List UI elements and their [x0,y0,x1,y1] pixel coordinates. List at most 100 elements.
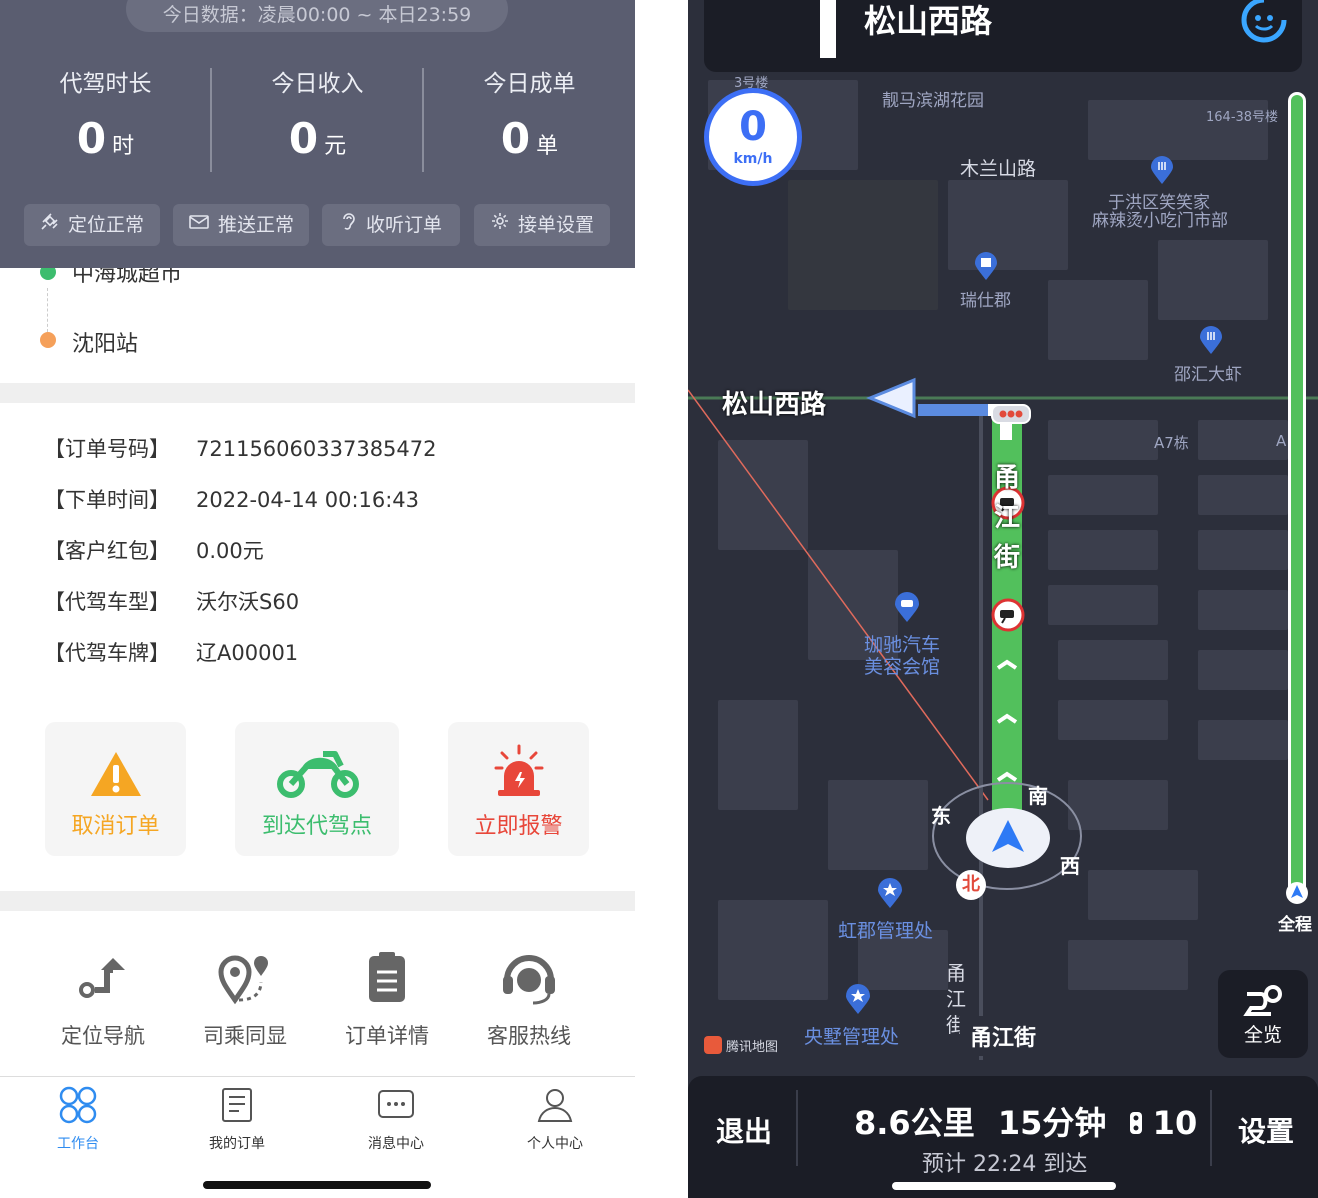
traffic-light-icon [991,404,1031,424]
chip-push-status[interactable]: 推送正常 [173,204,309,246]
action-label: 到达代驾点 [261,814,372,839]
message-icon [336,1085,456,1129]
headset-icon [469,950,589,1010]
info-value: 0.00元 [196,539,264,563]
route-pin-icon [185,950,305,1010]
section-divider [0,891,635,911]
tool-label: 司乘同显 [203,1024,287,1048]
navigation-turn-icon [43,950,163,1010]
exit-button[interactable]: 退出 [716,1110,772,1150]
info-key: 【代驾车牌】 [44,641,170,665]
alarm-button[interactable]: 立即报警 [448,722,589,856]
overview-button[interactable]: 全览 [1218,970,1308,1058]
poi-label: 邵汇大虾 [1174,365,1242,385]
tool-shared-view[interactable]: 司乘同显 [185,950,305,1050]
map-logo-icon [704,1036,722,1054]
info-value: 721156060337385472 [196,437,437,461]
poi-label: 虹郡管理处 [838,920,934,942]
stat-unit: 元 [324,134,347,159]
tab-profile[interactable]: 个人中心 [495,1085,615,1153]
chip-order-settings[interactable]: 接单设置 [474,204,610,246]
tool-order-detail[interactable]: 订单详情 [327,950,447,1050]
compass-east: 东 [931,804,951,828]
stat-label: 代驾时长 [59,71,152,97]
navigation-map-panel[interactable]: 甬江街 松山西路 0 km/h 3号楼 靓马滨湖花园 164-38号楼 木兰山路… [688,0,1318,1198]
clipboard-icon [327,950,447,1010]
document-icon [177,1085,297,1129]
tool-label: 定位导航 [61,1024,145,1048]
assistant-icon[interactable] [1238,0,1290,50]
map-provider: 腾讯地图 [726,1040,779,1055]
eta-text: 预计 22:24 到达 [922,1152,1088,1177]
grid-icon [18,1085,138,1129]
info-key: 【订单号码】 [44,437,170,461]
settings-button[interactable]: 设置 [1238,1110,1294,1150]
divider [1210,1090,1212,1166]
motorcycle-icon [273,744,361,804]
arrive-pickup-button[interactable]: 到达代驾点 [235,722,399,856]
vehicle-arrow-icon [992,820,1024,852]
speedometer: 0 km/h [704,88,802,186]
gear-icon [490,204,510,246]
cancel-order-button[interactable]: 取消订单 [45,722,186,856]
poi-label: A7栋 [1154,434,1189,452]
mail-icon [188,204,210,246]
tool-label: 订单详情 [345,1024,429,1048]
tool-label: 客服热线 [487,1024,571,1048]
street-label: 木兰山路 [960,158,1037,180]
poi-label: 3号楼 [734,76,769,91]
current-street-label: 甬江街 [960,1016,1047,1056]
stat-label: 今日收入 [271,71,364,97]
poi-label: 瑞仕郡 [960,291,1011,311]
end-dot [40,332,56,348]
trip-distance: 8.6公里 [854,1104,975,1142]
info-value: 辽A00001 [196,641,299,665]
vehicle-marker [966,808,1050,868]
chip-location-status[interactable]: 定位正常 [24,204,160,246]
route-connector [47,288,48,332]
restaurant-pin-icon [1198,326,1224,360]
poi-label: 靓马滨湖花园 [882,91,984,111]
home-indicator [203,1181,431,1189]
section-divider [0,383,635,403]
chip-label: 接单设置 [517,214,594,236]
tab-label: 消息中心 [368,1136,424,1152]
alarm-icon [492,744,546,802]
poi-label: 央墅管理处 [804,1026,900,1048]
tab-workbench[interactable]: 工作台 [18,1085,138,1153]
satellite-icon [40,204,60,246]
stat-duration: 代驾时长 0时 [0,66,211,163]
tab-my-orders[interactable]: 我的订单 [177,1085,297,1153]
main-street-label: 松山西路 [722,390,827,420]
date-range-pill: 今日数据：凌晨00:00 ~ 本日23:59 [126,0,508,32]
tool-navigation[interactable]: 定位导航 [43,950,163,1050]
tab-label: 个人中心 [527,1136,583,1152]
red-packet-row: 【客户红包】 0.00元 [44,536,264,566]
order-number-row: 【订单号码】 721156060337385472 [44,434,437,464]
stats-header: 今日数据：凌晨00:00 ~ 本日23:59 代驾时长 0时 今日收入 0元 今… [0,0,635,268]
divider [796,1090,798,1166]
car-model-row: 【代驾车型】 沃尔沃S60 [44,587,299,617]
chip-listen-orders[interactable]: 收听订单 [322,204,460,246]
trip-summary: 8.6公里 15分钟 10 [854,1098,1197,1144]
poi-label: 164-38号楼 [1206,110,1279,125]
tool-hotline[interactable]: 客服热线 [469,950,589,1050]
order-time-row: 【下单时间】 2022-04-14 00:16:43 [44,485,419,515]
speed-camera-icon [991,598,1025,636]
tab-label: 我的订单 [209,1136,265,1152]
route-end: 沈阳站 [72,332,139,357]
compass-north: 北 [956,870,986,900]
info-key: 【下单时间】 [44,488,170,512]
speed-unit: km/h [733,151,773,167]
stat-value: 0 [76,114,107,163]
info-value: 沃尔沃S60 [196,590,300,614]
info-value: 2022-04-14 00:16:43 [196,488,420,512]
straight-arrow-icon [820,0,836,58]
stat-value: 0 [288,114,319,163]
poi-label: 美容会馆 [864,656,941,678]
traffic-light-count-icon [1129,1104,1142,1142]
star-pin-icon [876,878,904,914]
route-street-label: 甬江街 [993,463,1020,573]
tab-messages[interactable]: 消息中心 [336,1085,456,1153]
poi-label: A [1276,432,1287,450]
